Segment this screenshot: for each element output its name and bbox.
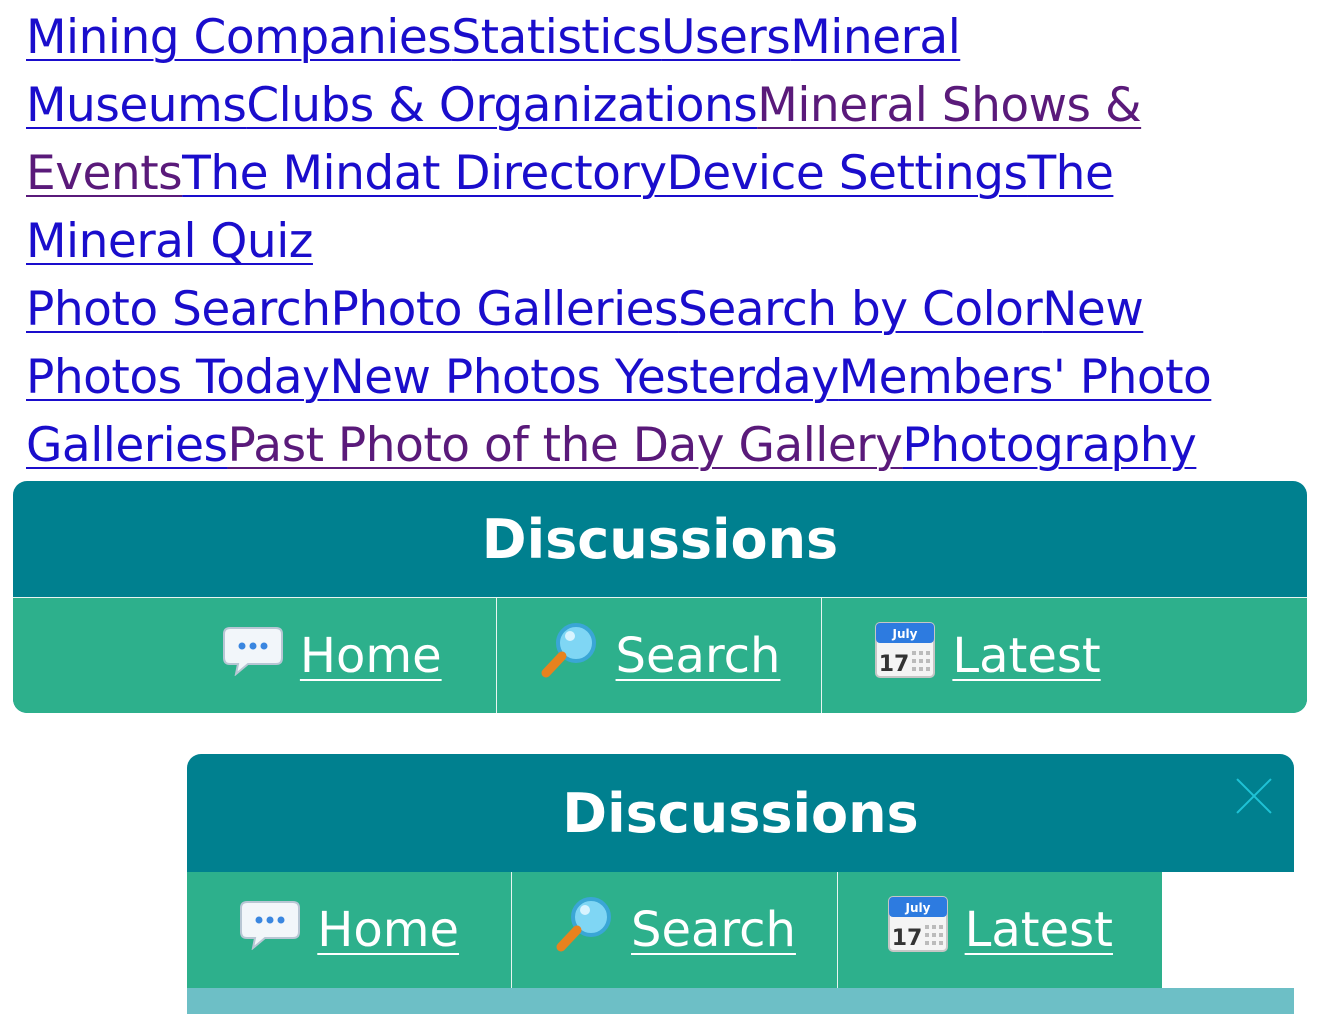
- photo-link-past-photo-of-the-day[interactable]: Past Photo of the Day Gallery: [228, 418, 903, 473]
- discussions-search-label: Search: [615, 628, 781, 684]
- popup-bar-filler: [1162, 872, 1294, 988]
- discussions-latest-button[interactable]: July 17 Latest: [822, 598, 1307, 713]
- speech-bubble-icon: [239, 898, 301, 962]
- photo-link-new-photos-yesterday[interactable]: New Photos Yesterday: [329, 350, 839, 405]
- discussions-latest-label: Latest: [952, 628, 1101, 684]
- svg-text:17: 17: [879, 652, 910, 677]
- popup-home-label: Home: [317, 902, 460, 958]
- calendar-icon: July 17: [874, 621, 936, 691]
- discussions-panel-bar: Home Search July 17 Latest: [13, 597, 1307, 713]
- discussions-panel: Discussions Home Search July 17 Latest: [13, 481, 1307, 713]
- popup-home-button[interactable]: Home: [187, 872, 513, 988]
- navigation-links: Mining CompaniesStatisticsUsersMineral M…: [26, 4, 1296, 480]
- popup-latest-label: Latest: [964, 902, 1113, 958]
- photo-link-search-by-color[interactable]: Search by Color: [678, 282, 1043, 337]
- discussions-panel-title: Discussions: [481, 507, 839, 571]
- photo-link-photo-galleries[interactable]: Photo Galleries: [330, 282, 678, 337]
- photo-link-photography[interactable]: Photography: [902, 418, 1196, 473]
- photo-link-photo-search[interactable]: Photo Search: [26, 282, 331, 337]
- discussions-popup-title: Discussions: [562, 781, 919, 845]
- popup-search-label: Search: [631, 902, 796, 958]
- discussions-search-button[interactable]: Search: [497, 598, 823, 713]
- svg-text:17: 17: [891, 926, 922, 951]
- magnifier-icon: [538, 621, 600, 691]
- discussions-popup: Discussions Home Search July 17 Latest: [187, 754, 1294, 1014]
- svg-text:July: July: [892, 627, 918, 641]
- speech-bubble-icon: [222, 624, 284, 688]
- magnifier-icon: [553, 895, 615, 965]
- discussions-home-button[interactable]: Home: [13, 598, 497, 713]
- discussions-popup-bar: Home Search July 17 Latest: [187, 872, 1162, 988]
- close-icon[interactable]: [1236, 778, 1272, 814]
- calendar-icon: July 17: [887, 895, 949, 965]
- discussions-home-label: Home: [299, 628, 442, 684]
- nav-link-users[interactable]: Users: [661, 10, 791, 65]
- nav-link-clubs-organizations[interactable]: Clubs & Organizations: [246, 78, 757, 133]
- nav-link-device-settings[interactable]: Device Settings: [667, 146, 1028, 201]
- svg-text:July: July: [904, 901, 930, 915]
- nav-link-mindat-directory[interactable]: The Mindat Directory: [182, 146, 667, 201]
- popup-content-strip: [187, 988, 1294, 1014]
- nav-link-mining-companies[interactable]: Mining Companies: [26, 10, 452, 65]
- popup-search-button[interactable]: Search: [512, 872, 838, 988]
- nav-link-statistics[interactable]: Statistics: [451, 10, 661, 65]
- popup-latest-button[interactable]: July 17 Latest: [838, 872, 1162, 988]
